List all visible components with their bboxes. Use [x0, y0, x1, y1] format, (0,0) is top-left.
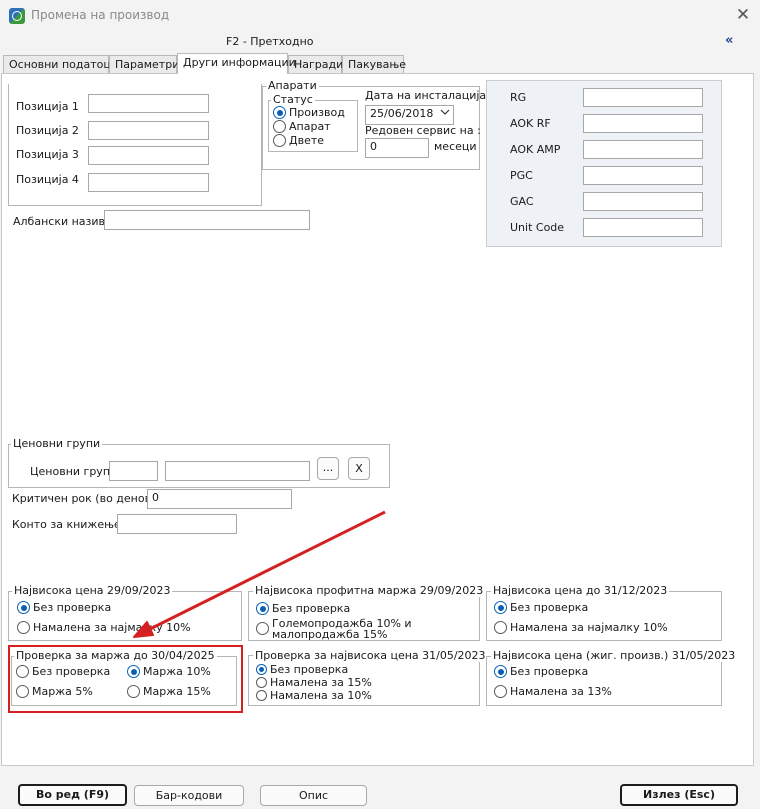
- ok-button[interactable]: Во ред (F9): [18, 784, 127, 806]
- highest-price-check-none-label: Без проверка: [270, 663, 349, 676]
- staple-price-none-radio[interactable]: [494, 665, 507, 678]
- position-3-input[interactable]: [88, 146, 209, 165]
- code-rg-label: RG: [510, 91, 527, 104]
- status-device-label: Апарат: [289, 120, 331, 133]
- barcodes-button[interactable]: Бар-кодови: [134, 785, 244, 806]
- code-rg-input[interactable]: [583, 88, 703, 107]
- highest-price-title: Највисока цена 29/09/2023: [12, 584, 173, 597]
- highest-price-1231-none-label: Без проверка: [510, 601, 589, 614]
- status-device-radio[interactable]: [273, 120, 286, 133]
- highest-price-none-radio[interactable]: [17, 601, 30, 614]
- service-input[interactable]: 0: [365, 138, 429, 158]
- window-title: Промена на производ: [31, 8, 170, 22]
- code-aok-rf-input[interactable]: [583, 114, 703, 133]
- highest-price-1231-title: Највисока цена до 31/12/2023: [491, 584, 670, 597]
- position-4-input[interactable]: [88, 173, 209, 192]
- highest-price-1231-reduced-label: Намалена за најмалку 10%: [510, 621, 668, 634]
- price-group-clear-button[interactable]: X: [348, 457, 370, 480]
- price-groups-title: Ценовни групи: [11, 437, 103, 450]
- tab-other-info[interactable]: Други информации: [177, 53, 296, 74]
- price-group-code-input[interactable]: [109, 461, 158, 481]
- tab-basic-data[interactable]: Основни податоци: [3, 55, 118, 73]
- code-pgc-label: PGC: [510, 169, 533, 182]
- status-title: Статус: [271, 93, 315, 106]
- code-pgc-input[interactable]: [583, 166, 703, 185]
- critical-term-input[interactable]: 0: [147, 489, 292, 509]
- position-4-label: Позиција 4: [16, 173, 79, 186]
- highest-price-check-15-label: Намалена за 15%: [270, 676, 372, 689]
- annotation-box: [8, 645, 243, 713]
- position-1-input[interactable]: [88, 94, 209, 113]
- highest-price-reduced-radio[interactable]: [17, 621, 30, 634]
- highest-price-check-10-radio[interactable]: [256, 690, 267, 701]
- price-group-browse-button[interactable]: ...: [317, 457, 339, 480]
- highest-price-check-15-radio[interactable]: [256, 677, 267, 688]
- service-unit-label: месеци: [434, 140, 477, 153]
- status-product-radio[interactable]: [273, 106, 286, 119]
- account-input[interactable]: [117, 514, 237, 534]
- staple-price-group: [486, 656, 722, 706]
- code-aok-rf-label: AOK RF: [510, 117, 551, 130]
- staple-price-13-label: Намалена за 13%: [510, 685, 612, 698]
- code-unit-label: Unit Code: [510, 221, 565, 234]
- profit-margin-wholesale-label: Големопродажба 10% и малопродажба 15%: [272, 617, 412, 641]
- profit-margin-title: Највисока профитна маржа 29/09/2023: [253, 584, 486, 597]
- code-aok-amp-input[interactable]: [583, 140, 703, 159]
- tab-packaging[interactable]: Пакување: [342, 55, 406, 73]
- staple-price-13-radio[interactable]: [494, 685, 507, 698]
- albanian-name-input[interactable]: [104, 210, 310, 230]
- exit-button[interactable]: Излез (Esc): [620, 784, 738, 806]
- position-2-input[interactable]: [88, 121, 209, 140]
- code-unit-input[interactable]: [583, 218, 703, 237]
- status-both-label: Двете: [289, 134, 325, 147]
- price-group-name-input[interactable]: [165, 461, 310, 481]
- staple-price-title: Највисока цена (жиг. произв.) 31/05/2023: [491, 649, 738, 662]
- highest-price-none-label: Без проверка: [33, 601, 112, 614]
- description-button[interactable]: Опис: [260, 785, 367, 806]
- highest-price-check-10-label: Намалена за 10%: [270, 689, 372, 702]
- devices-title: Апарати: [266, 79, 319, 92]
- position-3-label: Позиција 3: [16, 148, 79, 161]
- highest-price-1231-none-radio[interactable]: [494, 601, 507, 614]
- critical-term-label: Критичен рок (во денови):: [12, 492, 167, 505]
- highest-price-reduced-label: Намалена за најмалку 10%: [33, 621, 191, 634]
- position-2-label: Позиција 2: [16, 124, 79, 137]
- collapse-icon[interactable]: «: [725, 33, 733, 48]
- profit-margin-none-radio[interactable]: [256, 602, 269, 615]
- mode-label: F2 - Претходно: [226, 35, 314, 48]
- close-icon[interactable]: ✕: [731, 3, 755, 27]
- highest-price-check-title: Проверка за највисока цена 31/05/2023: [253, 649, 488, 662]
- code-gac-input[interactable]: [583, 192, 703, 211]
- status-product-label: Производ: [289, 106, 345, 119]
- app-logo-icon: [9, 8, 25, 24]
- install-date-picker[interactable]: 25/06/2018: [365, 105, 454, 125]
- highest-price-1231-reduced-radio[interactable]: [494, 621, 507, 634]
- status-both-radio[interactable]: [273, 134, 286, 147]
- chevron-down-icon[interactable]: [440, 107, 450, 122]
- staple-price-none-label: Без проверка: [510, 665, 589, 678]
- tab-rewards[interactable]: Награди: [288, 55, 343, 73]
- tab-parameters[interactable]: Параметри: [109, 55, 179, 73]
- account-label: Конто за книжење:: [12, 518, 125, 531]
- title-bar: Промена на производ ✕: [0, 0, 760, 32]
- code-gac-label: GAC: [510, 195, 534, 208]
- code-aok-amp-label: AOK AMP: [510, 143, 561, 156]
- service-label: Редовен сервис на :: [365, 124, 481, 137]
- highest-price-check-none-radio[interactable]: [256, 664, 267, 675]
- profit-margin-wholesale-radio[interactable]: [256, 622, 269, 635]
- profit-margin-none-label: Без проверка: [272, 602, 351, 615]
- albanian-name-label: Албански назив: [13, 215, 106, 228]
- price-groups-label: Ценовни групи:: [30, 465, 121, 478]
- install-date-value: 25/06/2018: [370, 107, 434, 120]
- install-date-label: Дата на инсталација: [365, 89, 487, 102]
- position-1-label: Позиција 1: [16, 100, 79, 113]
